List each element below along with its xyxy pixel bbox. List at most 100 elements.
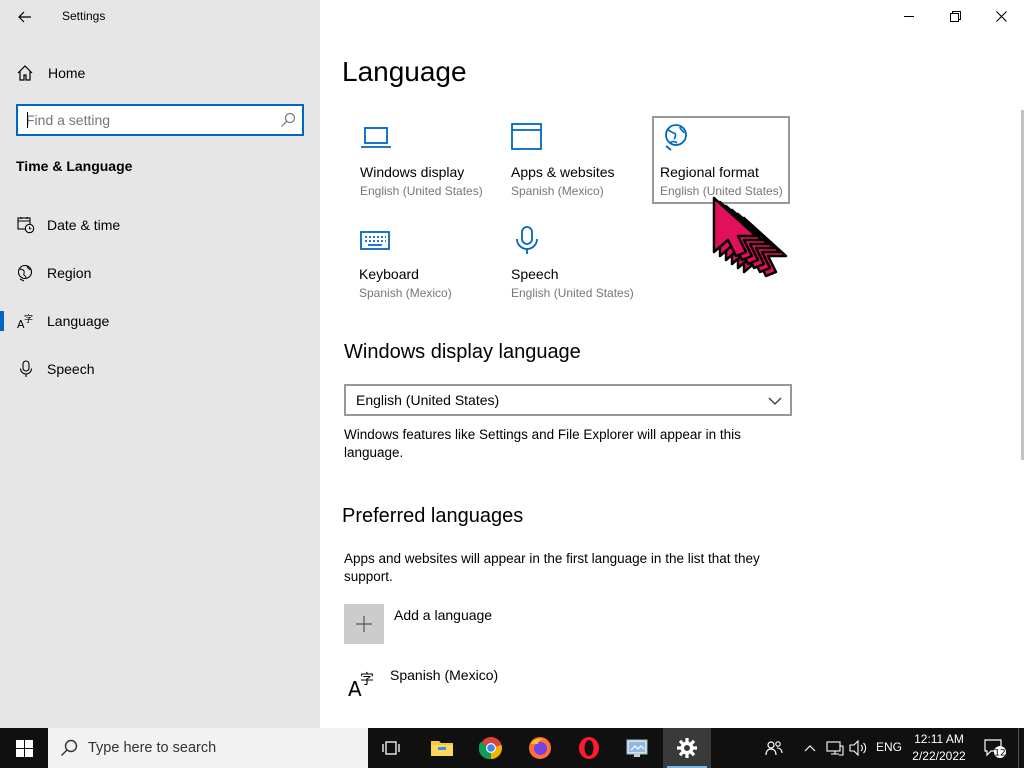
network-icon bbox=[826, 741, 844, 756]
search-input[interactable] bbox=[26, 111, 276, 129]
tray-network[interactable] bbox=[824, 728, 846, 768]
language-icon: A字 bbox=[17, 313, 33, 330]
tile-regional-format[interactable]: Regional format English (United States) bbox=[652, 116, 790, 204]
microphone-icon bbox=[516, 226, 538, 254]
tile-keyboard[interactable]: Keyboard Spanish (Mexico) bbox=[351, 218, 489, 306]
dropdown-value: English (United States) bbox=[356, 392, 500, 408]
home-icon bbox=[17, 65, 33, 81]
input-language-indicator[interactable]: ENG bbox=[876, 740, 902, 754]
tile-label: Apps & websites bbox=[511, 164, 615, 180]
sidebar: Settings Home Time & Language Date & tim… bbox=[0, 0, 320, 728]
text-caret bbox=[27, 112, 28, 128]
taskbar-search-box[interactable]: Type here to search bbox=[48, 728, 368, 768]
tile-label: Windows display bbox=[360, 164, 465, 180]
volume-icon bbox=[849, 740, 867, 756]
tile-windows-display[interactable]: Windows display English (United States) bbox=[352, 116, 490, 204]
sidebar-item-speech[interactable]: Speech bbox=[0, 349, 320, 389]
sidebar-item-label: Date & time bbox=[47, 217, 121, 233]
sidebar-item-label: Language bbox=[47, 313, 110, 329]
display-language-heading: Windows display language bbox=[344, 341, 581, 363]
display-language-dropdown[interactable]: English (United States) bbox=[344, 384, 792, 416]
chevron-down-icon bbox=[768, 397, 782, 405]
search-icon bbox=[61, 739, 78, 756]
control-panel-icon bbox=[626, 739, 648, 757]
tile-apps-websites[interactable]: Apps & websites Spanish (Mexico) bbox=[503, 116, 641, 204]
sidebar-item-label: Region bbox=[47, 265, 92, 281]
preferred-languages-description: Apps and websites will appear in the fir… bbox=[344, 551, 760, 584]
notification-icon: 12 bbox=[984, 739, 1006, 759]
action-center-button[interactable]: 12 bbox=[980, 728, 1010, 768]
taskbar-search-text: Type here to search bbox=[88, 740, 217, 756]
language-list-item[interactable]: A字 Spanish (Mexico) bbox=[344, 664, 644, 704]
close-icon bbox=[995, 10, 1007, 22]
taskbar-settings[interactable] bbox=[663, 728, 711, 768]
taskbar-clock[interactable]: 12:11 AM 2/22/2022 bbox=[904, 731, 974, 765]
restore-button[interactable] bbox=[932, 0, 978, 32]
taskbar-opera[interactable] bbox=[565, 728, 613, 768]
chevron-up-icon bbox=[804, 745, 816, 752]
restore-icon bbox=[949, 10, 961, 22]
globe-region-icon bbox=[17, 264, 33, 282]
sidebar-item-region[interactable]: Region bbox=[0, 253, 320, 293]
sidebar-item-label: Home bbox=[48, 65, 86, 81]
laptop-icon bbox=[361, 127, 391, 148]
browser-window-icon bbox=[511, 123, 542, 150]
minimize-icon bbox=[903, 15, 914, 17]
notification-count: 12 bbox=[994, 749, 1005, 759]
task-view-icon bbox=[382, 741, 400, 755]
tray-people[interactable] bbox=[760, 728, 788, 768]
tray-volume[interactable] bbox=[848, 728, 870, 768]
language-icon: A字 bbox=[348, 672, 374, 700]
windows-logo-icon bbox=[15, 739, 33, 757]
close-button[interactable] bbox=[978, 0, 1024, 32]
settings-gear-icon bbox=[677, 738, 697, 758]
section-title: Time & Language bbox=[16, 158, 133, 174]
sidebar-item-home[interactable]: Home bbox=[0, 58, 320, 88]
show-desktop-button[interactable] bbox=[1018, 728, 1024, 768]
firefox-icon bbox=[529, 737, 551, 759]
keyboard-icon bbox=[360, 231, 390, 250]
preferred-languages-heading: Preferred languages bbox=[342, 505, 524, 527]
app-title: Settings bbox=[62, 9, 106, 23]
tray-overflow[interactable] bbox=[800, 728, 820, 768]
globe-icon bbox=[665, 124, 687, 151]
taskbar-task-view[interactable] bbox=[368, 728, 416, 768]
back-button[interactable] bbox=[12, 4, 38, 30]
sidebar-item-language[interactable]: A字 Language bbox=[0, 301, 320, 341]
add-language-button[interactable]: Add a language bbox=[344, 604, 644, 644]
start-button[interactable] bbox=[0, 728, 48, 768]
display-language-description: Windows features like Settings and File … bbox=[344, 427, 741, 460]
search-icon[interactable] bbox=[280, 112, 296, 128]
taskbar-control-panel[interactable] bbox=[614, 728, 662, 768]
minimize-button[interactable] bbox=[886, 0, 932, 32]
clock-time: 12:11 AM bbox=[914, 732, 964, 746]
clock-date: 2/22/2022 bbox=[912, 749, 966, 763]
chrome-icon bbox=[479, 737, 502, 760]
svg-text:字: 字 bbox=[24, 313, 33, 325]
file-explorer-icon bbox=[431, 741, 453, 756]
plus-icon bbox=[344, 604, 384, 644]
sidebar-item-date-time[interactable]: Date & time bbox=[0, 205, 320, 245]
tile-sublabel: Spanish (Mexico) bbox=[359, 286, 452, 300]
back-arrow-icon bbox=[18, 11, 31, 23]
tile-label: Regional format bbox=[660, 164, 759, 180]
tile-sublabel: English (United States) bbox=[511, 286, 634, 300]
language-name: Spanish (Mexico) bbox=[390, 667, 499, 683]
search-box[interactable] bbox=[16, 104, 304, 136]
taskbar-firefox[interactable] bbox=[516, 728, 564, 768]
add-language-label: Add a language bbox=[394, 607, 493, 623]
taskbar-file-explorer[interactable] bbox=[418, 728, 466, 768]
taskbar: Type here to search ENG 12:11 AM 2/22/20… bbox=[0, 728, 1024, 768]
svg-text:字: 字 bbox=[360, 672, 374, 688]
people-icon bbox=[765, 741, 783, 756]
microphone-icon bbox=[19, 360, 33, 377]
opera-icon bbox=[579, 737, 599, 759]
taskbar-chrome[interactable] bbox=[467, 728, 515, 768]
tile-speech[interactable]: Speech English (United States) bbox=[503, 218, 641, 306]
sidebar-item-label: Speech bbox=[47, 361, 95, 377]
tile-sublabel: English (United States) bbox=[360, 184, 483, 198]
tile-sublabel: English (United States) bbox=[660, 184, 783, 198]
page-title: Language bbox=[342, 56, 467, 87]
mouse-pointer-icon bbox=[712, 196, 788, 278]
tile-label: Keyboard bbox=[359, 266, 419, 282]
